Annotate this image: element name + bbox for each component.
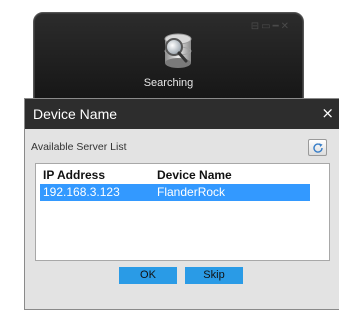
close-icon[interactable]: × [321,104,334,122]
available-server-list-label: Available Server List [31,141,127,153]
column-header-ip-address[interactable]: IP Address [43,168,105,182]
refresh-icon [313,143,323,153]
dialog-title: Device Name [33,106,118,122]
menu-icon[interactable]: ⊟ [251,21,261,32]
database-search-icon [161,31,195,71]
restore-icon[interactable]: ▭ [261,21,272,32]
close-icon[interactable]: ✕ [281,21,291,32]
ok-button[interactable]: OK [119,267,177,284]
device-name-dialog: Device Name × Available Server List IP A… [24,98,339,310]
column-header-device-name[interactable]: Device Name [157,168,232,182]
list-item[interactable]: 192.168.3.123 FlanderRock [40,184,310,201]
dialog-title-bar: Device Name × [25,99,339,129]
app-stage: ⊟▭━✕ Searching Device Name × Available S… [0,0,339,310]
server-list[interactable]: IP Address Device Name 192.168.3.123 Fla… [35,163,330,261]
device-name-cell: FlanderRock [157,185,226,199]
refresh-button[interactable] [308,139,327,156]
ip-address-cell: 192.168.3.123 [43,185,120,199]
searching-status-label: Searching [143,77,194,89]
window-controls: ⊟▭━✕ [251,21,291,32]
minimize-icon[interactable]: ━ [273,21,281,32]
skip-button[interactable]: Skip [185,267,243,284]
